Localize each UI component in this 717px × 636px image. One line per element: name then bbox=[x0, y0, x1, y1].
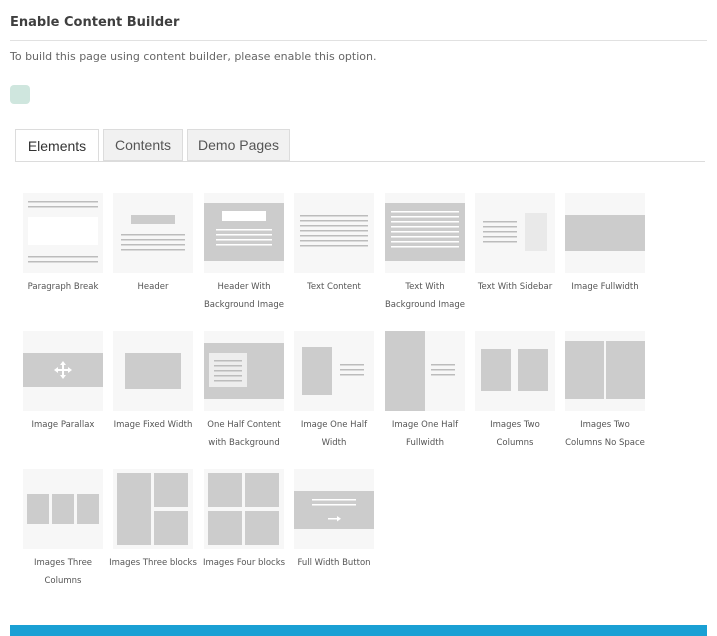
element-tile-label-line: Paragraph Break bbox=[27, 282, 99, 292]
element-tile-label-line: Header bbox=[137, 282, 169, 292]
element-tile-label: Image Fixed Width bbox=[109, 416, 197, 434]
image-one-half-width-icon bbox=[302, 347, 364, 395]
images-two-columns-no-space-icon bbox=[565, 341, 645, 399]
element-tile-label-line: One Half Content bbox=[207, 420, 281, 430]
element-tile-label-line: Images Two bbox=[580, 420, 630, 430]
element-tile-header[interactable] bbox=[113, 193, 193, 273]
element-tile-label: Image Parallax bbox=[19, 416, 107, 434]
enable-content-builder-toggle[interactable] bbox=[10, 85, 30, 104]
element-tile-image-one-half-width[interactable] bbox=[294, 331, 374, 411]
element-tile-label: Images Three blocks bbox=[109, 554, 197, 572]
element-tile-label-line: Images Three blocks bbox=[109, 558, 197, 568]
element-tile-label-line: Text With Sidebar bbox=[477, 282, 553, 292]
element-tile-label-line: Images Four blocks bbox=[202, 558, 286, 568]
tab-elements[interactable]: Elements bbox=[15, 129, 99, 162]
paragraph-break-icon bbox=[28, 201, 98, 263]
element-tile-label: Image One Half Width bbox=[290, 416, 378, 452]
element-tile-header-background-image[interactable] bbox=[204, 193, 284, 273]
element-tile-label-line: Width bbox=[321, 438, 347, 448]
element-tile-label: Text With Background Image bbox=[381, 278, 469, 314]
element-tile-label: One Half Content with Background bbox=[200, 416, 288, 452]
tab-demo-pages[interactable]: Demo Pages bbox=[187, 129, 290, 161]
element-tile-label: Images Two Columns bbox=[471, 416, 559, 452]
element-tile-one-half-content-background[interactable] bbox=[204, 331, 284, 411]
element-tile-label: Full Width Button bbox=[290, 554, 378, 572]
element-tile-images-four-blocks[interactable] bbox=[204, 469, 284, 549]
element-tile-paragraph-break[interactable] bbox=[23, 193, 103, 273]
element-tile-label-line: Full Width Button bbox=[297, 558, 371, 568]
image-one-half-fullwidth-icon bbox=[385, 331, 455, 411]
element-tile-images-two-columns-no-space[interactable] bbox=[565, 331, 645, 411]
element-tile-label-line: Columns bbox=[44, 576, 82, 586]
element-tile-full-width-button[interactable] bbox=[294, 469, 374, 549]
element-tile-label-line: Image Fixed Width bbox=[113, 420, 193, 430]
element-tile-label-line: Text With bbox=[405, 282, 445, 292]
element-tile-images-three-columns[interactable] bbox=[23, 469, 103, 549]
section-description: To build this page using content builder… bbox=[10, 50, 377, 63]
element-tile-image-fixed-width[interactable] bbox=[113, 331, 193, 411]
element-tile-label: Images Four blocks bbox=[200, 554, 288, 572]
tab-contents[interactable]: Contents bbox=[103, 129, 183, 161]
element-tile-label: Header With Background Image bbox=[200, 278, 288, 314]
bottom-accent-bar bbox=[10, 625, 707, 636]
element-tile-images-two-columns[interactable] bbox=[475, 331, 555, 411]
element-tile-label-line: Columns No Space bbox=[565, 438, 645, 448]
element-tile-label-line: Image One Half bbox=[391, 420, 459, 430]
element-tile-image-fullwidth[interactable] bbox=[565, 193, 645, 273]
tab-demo-pages-label: Demo Pages bbox=[198, 137, 279, 153]
element-tile-label: Image Fullwidth bbox=[561, 278, 649, 296]
element-tile-image-parallax[interactable] bbox=[23, 331, 103, 411]
element-tile-label: Text With Sidebar bbox=[471, 278, 559, 296]
element-tile-text-sidebar[interactable] bbox=[475, 193, 555, 273]
element-tile-label: Images Three Columns bbox=[19, 554, 107, 590]
text-background-image-icon bbox=[385, 203, 465, 261]
element-tile-label-line: Fullwidth bbox=[406, 438, 444, 448]
title-divider bbox=[10, 40, 707, 41]
element-tile-label: Paragraph Break bbox=[19, 278, 107, 296]
tab-elements-label: Elements bbox=[27, 137, 87, 154]
element-tile-label-line: Background Image bbox=[203, 300, 285, 310]
element-tile-label-line: with Background bbox=[208, 438, 280, 448]
element-tile-label: Images Two Columns No Space bbox=[561, 416, 649, 452]
image-parallax-icon bbox=[23, 353, 103, 387]
one-half-content-background-icon bbox=[204, 343, 284, 399]
element-tile-label-line: Background Image bbox=[384, 300, 466, 310]
header-icon bbox=[121, 215, 185, 251]
tab-bar: Elements Contents Demo Pages bbox=[15, 129, 294, 162]
element-tile-label-line: Header With bbox=[217, 282, 271, 292]
element-tile-label-line: Columns bbox=[496, 438, 534, 448]
text-content-icon bbox=[300, 215, 368, 247]
image-fixed-width-icon bbox=[125, 353, 181, 389]
section-title: Enable Content Builder bbox=[10, 15, 180, 30]
element-tile-label-line: Image Parallax bbox=[31, 420, 95, 430]
element-tile-text-background-image[interactable] bbox=[385, 193, 465, 273]
images-four-blocks-icon bbox=[208, 473, 279, 545]
element-tile-text-content[interactable] bbox=[294, 193, 374, 273]
element-tile-label-line: Images Two bbox=[490, 420, 540, 430]
element-tile-label: Header bbox=[109, 278, 197, 296]
tab-contents-label: Contents bbox=[114, 137, 172, 153]
element-tile-label-line: Image One Half bbox=[300, 420, 368, 430]
full-width-button-icon bbox=[294, 491, 374, 529]
element-tile-label-line: Text Content bbox=[307, 282, 361, 292]
images-three-columns-icon bbox=[27, 494, 99, 524]
tab-divider bbox=[15, 161, 705, 162]
images-three-blocks-icon bbox=[117, 473, 188, 545]
text-sidebar-icon bbox=[483, 213, 547, 251]
element-tile-image-one-half-fullwidth[interactable] bbox=[385, 331, 465, 411]
element-tile-images-three-blocks[interactable] bbox=[113, 469, 193, 549]
image-fullwidth-icon bbox=[565, 215, 645, 251]
element-tile-label-line: Image Fullwidth bbox=[571, 282, 639, 292]
element-tile-label: Image One Half Fullwidth bbox=[381, 416, 469, 452]
element-tile-label-line: Images Three bbox=[33, 558, 93, 568]
element-tile-label: Text Content bbox=[290, 278, 378, 296]
images-two-columns-icon bbox=[481, 349, 548, 391]
header-background-image-icon bbox=[204, 203, 284, 261]
